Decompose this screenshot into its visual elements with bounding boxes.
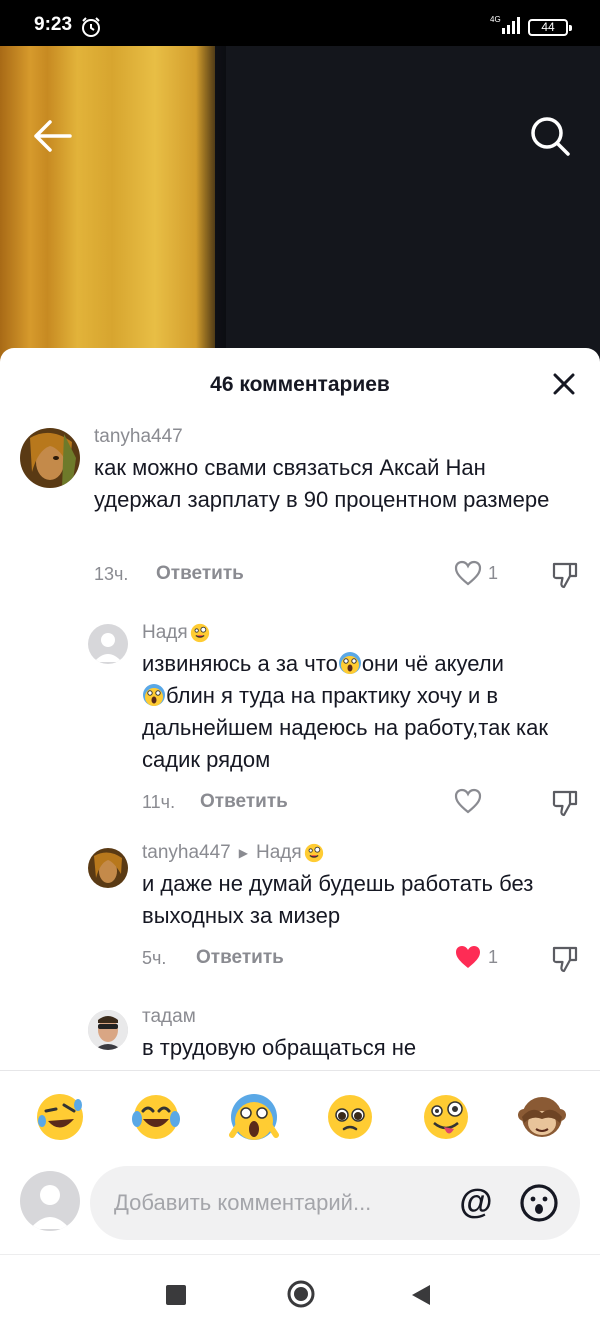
dislike-icon[interactable] [550, 560, 580, 590]
emoji-picker-icon[interactable] [518, 1182, 560, 1224]
dislike-icon[interactable] [550, 944, 580, 974]
alarm-icon [82, 17, 100, 37]
nav-back-icon[interactable] [410, 1283, 432, 1307]
username-label: tanyha447 [142, 842, 231, 863]
comment-text: и даже не думай будешь работать без выхо… [142, 871, 534, 928]
system-nav-bar [0, 1254, 600, 1332]
mention-button[interactable]: @ [456, 1182, 496, 1222]
recent-apps-button[interactable] [166, 1285, 186, 1305]
status-time: 9:23 [34, 14, 73, 35]
see-no-evil-monkey-emoji[interactable] [516, 1091, 568, 1143]
like-button[interactable]: 1 [454, 558, 514, 588]
comment-text-part: блин я туда на практику хочу и в дальней… [142, 683, 549, 772]
like-button[interactable] [454, 786, 514, 816]
comment-text: в трудовую обращаться не [142, 1035, 417, 1060]
tears-of-joy-emoji[interactable] [130, 1091, 182, 1143]
comment-item: tanyha447 как можно свами связаться Акса… [0, 426, 600, 596]
comment-username[interactable]: тадам [142, 1006, 196, 1028]
user-avatar[interactable] [20, 1171, 80, 1231]
close-icon[interactable] [550, 370, 578, 398]
comment-text: извиняюсь а за что они чё акуели блин я … [142, 648, 572, 776]
rolling-laugh-emoji[interactable] [34, 1091, 86, 1143]
screaming-face-icon [143, 684, 165, 706]
reply-button[interactable]: Ответить [196, 947, 284, 969]
heart-icon [454, 560, 482, 586]
sheet-title: 46 комментариев [210, 373, 390, 396]
screaming-face-emoji[interactable] [228, 1091, 280, 1143]
heart-filled-icon [456, 946, 480, 968]
like-count: 1 [488, 562, 499, 583]
arrow-left-icon[interactable] [30, 118, 74, 154]
comment-input[interactable] [114, 1190, 424, 1216]
comment-item: tanyha447 ▶ Надя и даже не думай будешь … [0, 842, 600, 982]
avatar[interactable] [88, 1010, 128, 1050]
search-icon[interactable] [528, 114, 572, 158]
zany-face-emoji[interactable] [420, 1091, 472, 1143]
comment-time: 5ч. [142, 948, 167, 968]
pleading-face-emoji[interactable] [324, 1091, 376, 1143]
comments-sheet: 46 комментариев tanyha447 как можно свам… [0, 348, 600, 1332]
comment-time: 13ч. [94, 564, 129, 584]
reply-button[interactable]: Ответить [200, 791, 288, 813]
heart-icon [454, 788, 482, 814]
dislike-icon[interactable] [550, 788, 580, 818]
comment-username[interactable]: Надя [142, 622, 210, 644]
comment-text-part: они чё акуели [361, 651, 504, 676]
comment-item: тадам в трудовую обращаться не [0, 1004, 600, 1070]
comment-item: Надя извиняюсь а за что они чё акуели бл… [0, 622, 600, 822]
video-curtain [0, 46, 215, 366]
comment-text-part: извиняюсь а за что [142, 651, 338, 676]
video-background [0, 46, 600, 366]
like-count: 1 [488, 946, 499, 967]
screaming-face-icon [338, 652, 361, 674]
comment-text: как можно свами связаться Аксай Нан удер… [94, 455, 550, 512]
reply-button[interactable]: Ответить [156, 563, 244, 585]
signal-icon: 4G [490, 15, 520, 34]
reply-arrow-icon: ▶ [238, 846, 248, 860]
zany-face-icon [304, 843, 323, 863]
comment-time: 11ч. [142, 792, 176, 812]
comment-username[interactable]: tanyha447 ▶ Надя [142, 842, 324, 864]
avatar[interactable] [88, 624, 128, 664]
reply-to-label: Надя [255, 842, 302, 863]
comment-username[interactable]: tanyha447 [94, 426, 183, 448]
comment-input-box[interactable]: @ [90, 1166, 580, 1240]
avatar[interactable] [88, 848, 128, 888]
like-button[interactable]: 1 [454, 942, 514, 972]
username-label: Надя [142, 622, 188, 643]
home-button-icon[interactable] [286, 1279, 316, 1309]
battery-icon: 44 [528, 19, 572, 36]
network-type-label: 4G [490, 15, 501, 24]
zany-face-icon [190, 623, 209, 643]
comment-compose-area: @ [0, 1070, 600, 1250]
status-bar: 9:23 4G 44 [0, 0, 600, 46]
avatar[interactable] [20, 428, 80, 488]
